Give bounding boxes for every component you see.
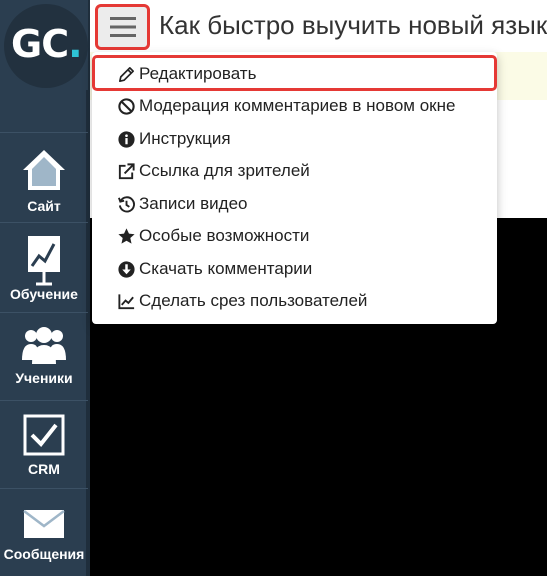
menu-item-label: Скачать комментарии	[139, 259, 313, 278]
hamburger-icon	[109, 17, 136, 37]
menu-item-label: Особые возможности	[139, 226, 310, 245]
logo-main: GC	[11, 22, 69, 66]
checkbox-icon	[23, 414, 65, 456]
menu-item-label: Сделать срез пользователей	[139, 291, 368, 310]
logo-area[interactable]: GC.	[0, 0, 88, 90]
menu-item-viewer-link[interactable]: Ссылка для зрителей	[92, 155, 497, 187]
sidebar-item-label: Сайт	[27, 198, 61, 214]
sidebar-separator	[0, 400, 88, 401]
ban-icon	[118, 97, 135, 115]
menu-item-user-snapshot[interactable]: Сделать срез пользователей	[92, 285, 497, 317]
menu-item-download-comments[interactable]: Скачать комментарии	[92, 253, 497, 285]
menu-item-instructions[interactable]: Инструкция	[92, 123, 497, 155]
menu-item-moderation[interactable]: Модерация комментариев в новом окне	[92, 90, 497, 122]
sidebar-item-label: Ученики	[15, 370, 73, 386]
logo-dot: .	[68, 22, 82, 66]
menu-item-label: Ссылка для зрителей	[139, 161, 310, 180]
envelope-icon	[23, 510, 65, 538]
dropdown-menu: Редактировать Модерация комментариев в н…	[92, 52, 497, 324]
sidebar-item-crm[interactable]: CRM	[0, 413, 88, 477]
chart-board-icon	[28, 236, 60, 286]
pencil-icon	[118, 66, 135, 82]
menu-button[interactable]	[95, 4, 150, 50]
menu-item-label: Модерация комментариев в новом окне	[139, 96, 456, 115]
sidebar-item-messages[interactable]: Сообщения	[0, 508, 88, 562]
sidebar-item-label: CRM	[28, 461, 60, 477]
star-icon	[118, 227, 135, 244]
history-icon	[118, 195, 135, 212]
menu-item-edit[interactable]: Редактировать	[92, 58, 497, 90]
logo: GC.	[11, 22, 83, 66]
page-title: Как быстро выучить новый язык	[159, 10, 547, 40]
external-link-icon	[118, 162, 135, 179]
menu-item-label: Записи видео	[139, 194, 248, 213]
info-icon	[118, 130, 135, 148]
sidebar-item-label: Обучение	[10, 286, 78, 302]
sidebar-separator	[0, 488, 88, 489]
menu-item-video-records[interactable]: Записи видео	[92, 188, 497, 220]
line-chart-icon	[118, 293, 135, 309]
sidebar-item-learning[interactable]: Обучение	[0, 234, 88, 302]
sidebar-separator	[0, 312, 88, 313]
menu-item-label: Инструкция	[139, 129, 231, 148]
house-icon	[23, 150, 65, 190]
people-icon	[22, 327, 66, 364]
sidebar-item-label: Сообщения	[3, 546, 85, 562]
sidebar-item-students[interactable]: Ученики	[0, 326, 88, 386]
menu-item-label: Редактировать	[139, 64, 257, 83]
sidebar-item-site[interactable]: Сайт	[0, 146, 88, 214]
sidebar-separator	[0, 222, 88, 223]
menu-item-accessibility[interactable]: Особые возможности	[92, 220, 497, 252]
download-icon	[118, 260, 135, 278]
sidebar-separator	[0, 132, 88, 133]
app-root: GC. Сайт Обучение Ученики CRM Сообщения …	[0, 0, 547, 576]
